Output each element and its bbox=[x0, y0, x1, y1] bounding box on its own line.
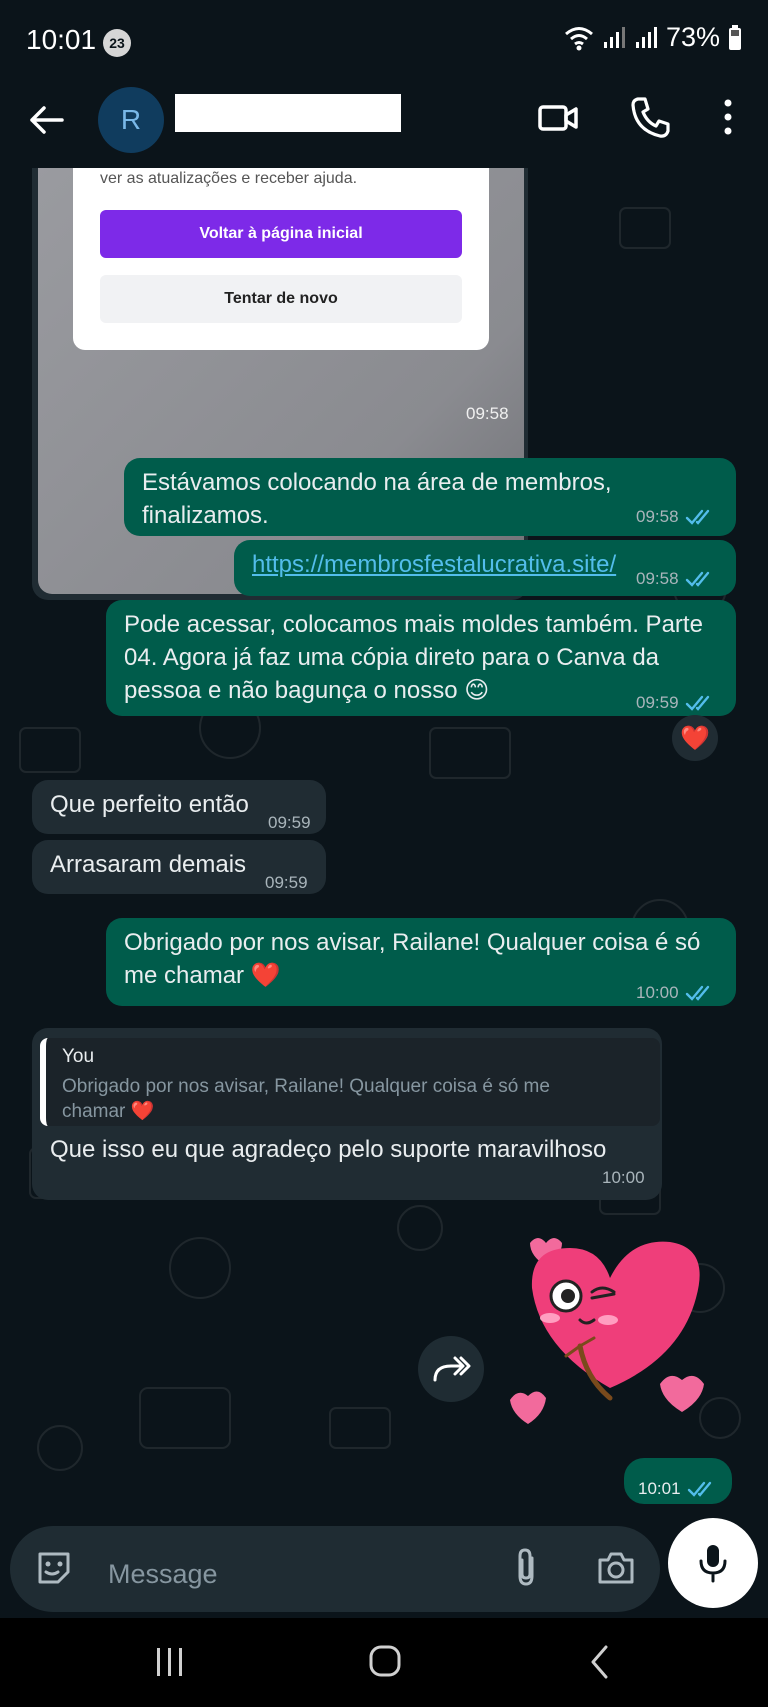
incoming-message[interactable]: Arrasaram demais 09:59 bbox=[32, 840, 326, 894]
status-bar: 10:01 23 73% bbox=[0, 0, 768, 80]
quoted-author: You bbox=[62, 1046, 95, 1067]
heart-sticker[interactable] bbox=[510, 1228, 720, 1428]
quoted-text: Obrigado por nos avisar, Railane! Qualqu… bbox=[62, 1076, 550, 1122]
outgoing-message[interactable]: Pode acessar, colocamos mais moldes tamb… bbox=[106, 600, 736, 716]
message-meta: 09:58 bbox=[636, 562, 715, 595]
sticker-time-badge: 10:01 bbox=[624, 1458, 732, 1504]
message-text: Obrigado por nos avisar, Railane! Qualqu… bbox=[124, 929, 701, 989]
read-ticks-icon bbox=[687, 1481, 711, 1497]
screenshot-primary-button: Voltar à página inicial bbox=[100, 210, 462, 258]
avatar-letter: R bbox=[120, 104, 142, 135]
message-meta: 09:59 bbox=[265, 866, 308, 899]
message-meta: 09:59 bbox=[268, 806, 311, 839]
message-link[interactable]: https://membrosfestalucrativa.site/ bbox=[252, 548, 616, 581]
message-time: 09:58 bbox=[636, 569, 679, 588]
message-text: Que isso eu que agradeço pelo suporte ma… bbox=[50, 1136, 607, 1163]
outgoing-message[interactable]: Obrigado por nos avisar, Railane! Qualqu… bbox=[106, 918, 736, 1006]
screenshot-card-text: ver as atualizações e receber ajuda. bbox=[100, 170, 358, 187]
status-time: 10:01 bbox=[26, 24, 97, 55]
status-icons: 73% bbox=[564, 22, 742, 53]
signal-1-icon bbox=[603, 26, 625, 48]
phone-call-icon[interactable] bbox=[630, 95, 670, 139]
notification-count-badge: 23 bbox=[103, 29, 131, 57]
message-reaction[interactable]: ❤️ bbox=[672, 715, 718, 761]
screenshot-secondary-button: Tentar de novo bbox=[100, 275, 462, 323]
attach-icon[interactable] bbox=[508, 1546, 544, 1590]
read-ticks-icon bbox=[685, 509, 709, 525]
message-time: 09:58 bbox=[636, 507, 679, 526]
read-ticks-icon bbox=[685, 985, 709, 1001]
back-arrow-icon[interactable] bbox=[26, 100, 66, 140]
message-meta: 09:58 bbox=[636, 500, 715, 533]
outgoing-message[interactable]: Estávamos colocando na área de membros, … bbox=[124, 458, 736, 536]
forward-button[interactable] bbox=[418, 1336, 484, 1402]
message-meta: 10:01 bbox=[638, 1472, 717, 1505]
sticker-emoji-icon[interactable] bbox=[34, 1548, 74, 1588]
camera-icon[interactable] bbox=[596, 1548, 636, 1588]
battery-icon bbox=[729, 24, 741, 50]
recent-apps-icon[interactable] bbox=[152, 1646, 188, 1678]
message-time: 10:00 bbox=[602, 1168, 645, 1187]
android-navigation-bar bbox=[0, 1618, 768, 1707]
message-text: Arrasaram demais bbox=[50, 851, 247, 878]
chat-header: R bbox=[0, 80, 768, 168]
message-time: 09:59 bbox=[265, 873, 308, 892]
message-text: Pode acessar, colocamos mais moldes tamb… bbox=[124, 611, 703, 704]
message-input-container[interactable] bbox=[10, 1526, 660, 1612]
contact-name[interactable] bbox=[175, 94, 401, 132]
message-meta: 10:00 bbox=[636, 976, 715, 1009]
message-meta: 09:59 bbox=[636, 686, 715, 719]
home-icon[interactable] bbox=[368, 1644, 402, 1678]
message-time: 10:01 bbox=[638, 1479, 681, 1498]
screenshot-secondary-button-label: Tentar de novo bbox=[224, 290, 338, 307]
video-call-icon[interactable] bbox=[537, 97, 579, 139]
screenshot-primary-button-label: Voltar à página inicial bbox=[199, 225, 363, 242]
message-text: Que perfeito então bbox=[50, 791, 249, 818]
chat-messages-area[interactable]: ver as atualizações e receber ajuda. Vol… bbox=[0, 168, 768, 1518]
voice-message-button[interactable] bbox=[668, 1518, 758, 1608]
message-time: 09:58 bbox=[466, 404, 509, 423]
read-ticks-icon bbox=[685, 571, 709, 587]
battery-percentage: 73% bbox=[665, 22, 720, 52]
read-ticks-icon bbox=[685, 695, 709, 711]
more-options-icon[interactable] bbox=[716, 95, 740, 139]
message-time: 10:00 bbox=[636, 983, 679, 1002]
forward-icon bbox=[433, 1356, 471, 1382]
message-input[interactable] bbox=[108, 1552, 488, 1596]
wifi-icon bbox=[564, 26, 593, 50]
microphone-icon bbox=[699, 1545, 727, 1583]
contact-avatar[interactable]: R bbox=[98, 87, 164, 153]
signal-2-icon bbox=[635, 26, 657, 48]
nav-back-icon[interactable] bbox=[588, 1644, 612, 1680]
message-input-bar bbox=[0, 1518, 768, 1618]
message-time: 09:59 bbox=[636, 693, 679, 712]
outgoing-message[interactable]: https://membrosfestalucrativa.site/ 09:5… bbox=[234, 540, 736, 596]
incoming-message[interactable]: Que perfeito então 09:59 bbox=[32, 780, 326, 834]
message-time: 09:59 bbox=[268, 813, 311, 832]
